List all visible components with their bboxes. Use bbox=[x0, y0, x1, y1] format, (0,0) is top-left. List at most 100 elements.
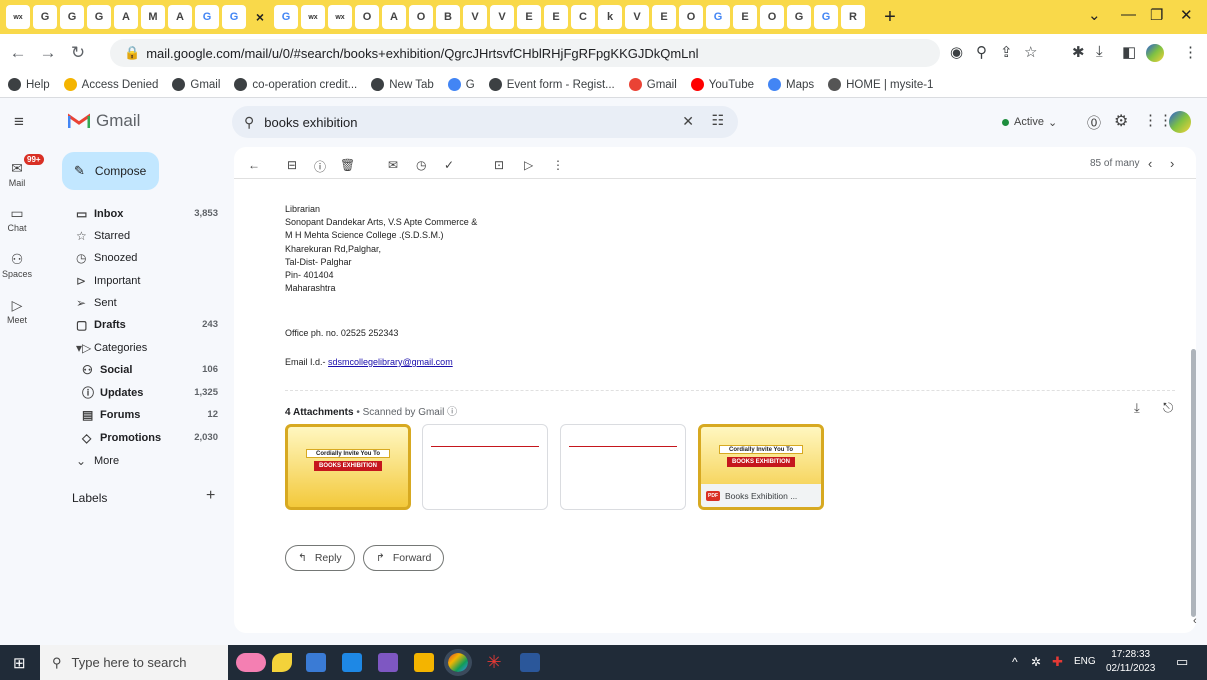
browser-tab[interactable]: E bbox=[652, 5, 676, 29]
mail-app-icon[interactable] bbox=[342, 653, 362, 672]
back-to-search-icon[interactable]: ← bbox=[248, 158, 260, 172]
snooze-icon[interactable]: ◷ bbox=[416, 158, 426, 172]
status-chip[interactable]: Active ⌄ bbox=[994, 110, 1065, 134]
forward-button[interactable]: ↱ Forward bbox=[363, 545, 445, 571]
nav-item-social[interactable]: ⚇ Social 106 bbox=[82, 359, 218, 380]
snip-app-icon[interactable]: ✳ bbox=[484, 653, 504, 672]
browser-tab[interactable]: G bbox=[274, 5, 298, 29]
browser-tab[interactable]: G bbox=[60, 5, 84, 29]
scrollbar-thumb[interactable] bbox=[1191, 349, 1196, 617]
zoom-icon[interactable]: ⚲ bbox=[976, 43, 987, 61]
browser-tab[interactable]: G bbox=[814, 5, 838, 29]
extensions-icon[interactable]: ✱ bbox=[1072, 43, 1085, 61]
browser-tab[interactable]: O bbox=[409, 5, 433, 29]
download-icon[interactable]: ⤓ bbox=[1096, 43, 1103, 60]
nav-item-updates[interactable]: ⓘ Updates 1,325 bbox=[82, 382, 218, 403]
move-to-icon[interactable]: ⊡ bbox=[494, 158, 504, 172]
browser-tab[interactable]: A bbox=[114, 5, 138, 29]
browser-tab[interactable]: R bbox=[841, 5, 865, 29]
word-app-icon[interactable] bbox=[520, 653, 540, 672]
label-tag-icon[interactable]: ▷ bbox=[524, 158, 533, 172]
attachment-thumbnail-4[interactable]: Cordially Invite You To BOOKS EXHIBITION… bbox=[698, 424, 824, 510]
paint-app-icon[interactable] bbox=[378, 653, 398, 672]
clear-search-icon[interactable]: ✕ bbox=[682, 113, 694, 130]
archive-icon[interactable]: ⊟ bbox=[287, 158, 297, 172]
bookmark-item[interactable]: Event form - Regist... bbox=[488, 78, 615, 91]
bookmark-item[interactable]: Help bbox=[8, 78, 50, 91]
browser-tab[interactable]: O bbox=[760, 5, 784, 29]
bookmark-item[interactable]: Maps bbox=[768, 78, 814, 91]
side-panel-toggle-icon[interactable]: ‹ bbox=[1193, 615, 1197, 627]
browser-tab[interactable]: O bbox=[355, 5, 379, 29]
store-app-icon[interactable] bbox=[306, 653, 326, 672]
file-explorer-icon[interactable] bbox=[414, 653, 434, 672]
attachment-thumbnail-2[interactable] bbox=[422, 424, 548, 510]
search-options-icon[interactable]: ☷ bbox=[711, 112, 724, 129]
browser-tab[interactable]: M bbox=[141, 5, 165, 29]
chrome-app-icon[interactable] bbox=[444, 649, 472, 676]
browser-tab[interactable]: O bbox=[679, 5, 703, 29]
nav-item-starred[interactable]: ☆ Starred bbox=[76, 225, 218, 246]
browser-tab[interactable]: C bbox=[571, 5, 595, 29]
browser-tab[interactable]: V bbox=[625, 5, 649, 29]
browser-tab[interactable]: V bbox=[490, 5, 514, 29]
email-link[interactable]: sdsmcollegelibrary@gmail.com bbox=[328, 357, 453, 367]
nav-item-categories[interactable]: ▾▷ Categories bbox=[76, 337, 218, 358]
browser-tab[interactable]: wx bbox=[6, 5, 30, 29]
restore-icon[interactable]: ❐ bbox=[1150, 6, 1163, 24]
browser-tab[interactable]: G bbox=[87, 5, 111, 29]
report-spam-icon[interactable]: ⓘ bbox=[314, 158, 326, 175]
rail-spaces[interactable]: ⚇ Spaces bbox=[0, 251, 34, 279]
gmail-logo[interactable]: Gmail bbox=[68, 111, 140, 131]
new-tab-button[interactable]: + bbox=[878, 5, 902, 29]
browser-tab[interactable]: E bbox=[517, 5, 541, 29]
bookmark-star-icon[interactable]: ☆ bbox=[1024, 43, 1037, 61]
compose-button[interactable]: ✎ Compose bbox=[62, 152, 159, 190]
rail-chat[interactable]: ▭ Chat bbox=[0, 205, 34, 233]
nav-item-more[interactable]: ⌄ More bbox=[76, 450, 218, 471]
bookmark-item[interactable]: New Tab bbox=[371, 78, 434, 91]
more-options-icon[interactable]: ⋮ bbox=[552, 158, 564, 172]
browser-tab[interactable]: wx bbox=[301, 5, 325, 29]
tray-network-icon[interactable]: ✲ bbox=[1031, 655, 1041, 669]
browser-tab[interactable]: A bbox=[382, 5, 406, 29]
browser-tab[interactable]: G bbox=[787, 5, 811, 29]
help-icon[interactable]: ⓪ bbox=[1087, 113, 1101, 133]
hamburger-menu-icon[interactable]: ≡ bbox=[14, 112, 24, 132]
eye-icon[interactable]: ◉ bbox=[950, 43, 963, 61]
bookmark-item[interactable]: Gmail bbox=[172, 78, 220, 91]
nav-item-drafts[interactable]: ▢ Drafts 243 bbox=[76, 314, 218, 335]
newer-icon[interactable]: ‹ bbox=[1148, 156, 1152, 171]
older-icon[interactable]: › bbox=[1170, 156, 1174, 171]
mark-unread-icon[interactable]: ✉ bbox=[388, 158, 398, 172]
browser-tab[interactable]: A bbox=[168, 5, 192, 29]
browser-tab[interactable]: E bbox=[544, 5, 568, 29]
clock[interactable]: 17:28:33 02/11/2023 bbox=[1106, 648, 1155, 676]
rail-meet[interactable]: ▷ Meet bbox=[0, 297, 34, 325]
bookmark-item[interactable]: Gmail bbox=[628, 78, 677, 91]
search-bar[interactable]: ⚲ books exhibition ✕ ☷ bbox=[232, 106, 738, 138]
account-avatar[interactable] bbox=[1169, 111, 1191, 133]
flowers-widget-icon[interactable] bbox=[236, 653, 266, 672]
add-label-icon[interactable]: + bbox=[206, 487, 215, 505]
bookmark-item[interactable]: co-operation credit... bbox=[234, 78, 357, 91]
search-icon[interactable]: ⚲ bbox=[244, 114, 254, 131]
attachment-thumbnail-1[interactable]: Cordially Invite You To BOOKS EXHIBITION bbox=[285, 424, 411, 510]
bookmark-item[interactable]: Access Denied bbox=[63, 78, 158, 91]
browser-tab[interactable]: G bbox=[706, 5, 730, 29]
language-indicator[interactable]: ENG bbox=[1074, 656, 1096, 667]
close-window-icon[interactable]: ✕ bbox=[1180, 6, 1193, 24]
taskbar-search[interactable]: ⚲ Type here to search bbox=[40, 645, 228, 680]
nav-item-sent[interactable]: ➢ Sent bbox=[76, 292, 218, 313]
browser-tab[interactable]: B bbox=[436, 5, 460, 29]
tray-chevron-up-icon[interactable]: ^ bbox=[1012, 655, 1018, 669]
back-icon[interactable]: ← bbox=[6, 43, 30, 63]
reply-button[interactable]: ↰ Reply bbox=[285, 545, 355, 571]
menu-kebab-icon[interactable]: ⋮ bbox=[1183, 43, 1198, 61]
browser-tab[interactable]: wx bbox=[328, 5, 352, 29]
add-task-icon[interactable]: ✓ bbox=[444, 158, 454, 172]
nav-item-important[interactable]: ⊳ Important bbox=[76, 270, 218, 291]
download-all-icon[interactable]: ⤓ bbox=[1134, 400, 1140, 416]
tray-security-icon[interactable]: ✚ bbox=[1052, 654, 1063, 670]
browser-tab[interactable]: G bbox=[33, 5, 57, 29]
